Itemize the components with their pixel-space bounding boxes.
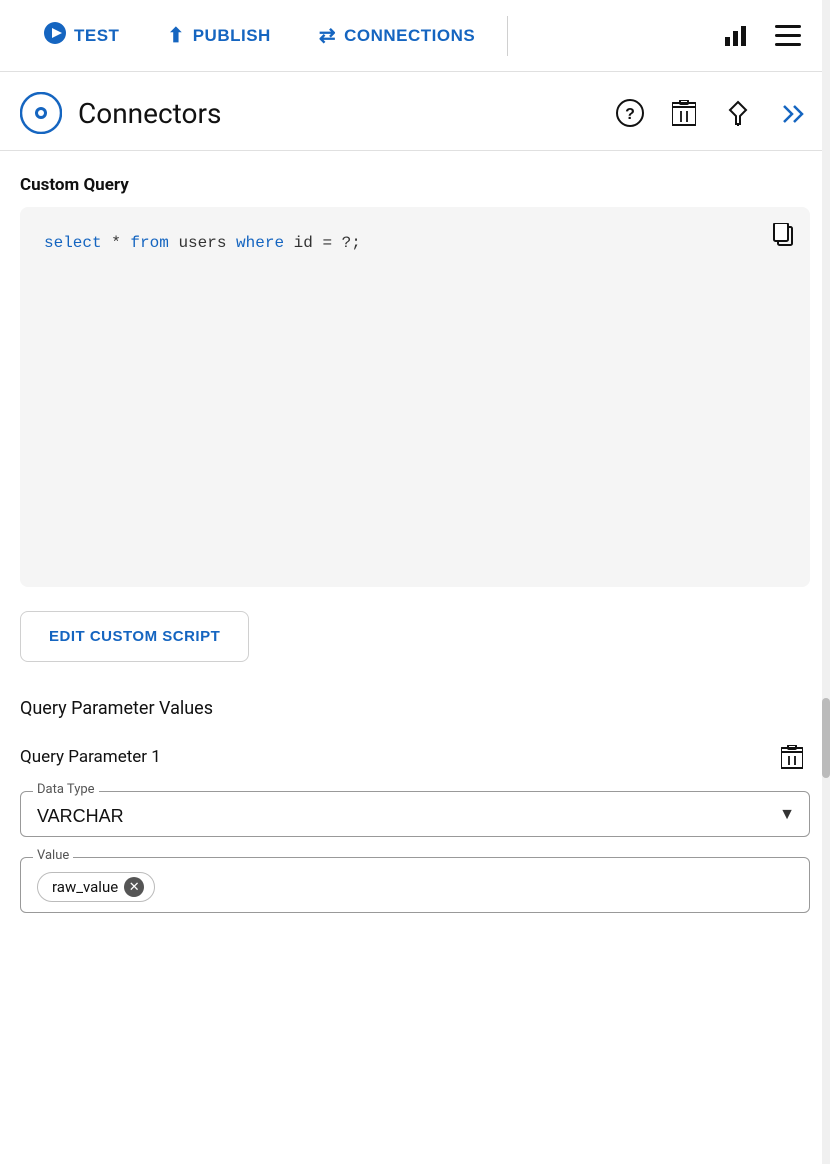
header-actions: ? [612,95,810,131]
menu-icon-button[interactable] [766,14,810,58]
code-block: select * from users where id = ?; [20,207,810,587]
pin-button[interactable] [720,95,756,131]
svg-text:?: ? [625,106,635,123]
data-type-select[interactable]: VARCHAR INTEGER BOOLEAN DATE FLOAT [37,806,793,826]
query-param-name: Query Parameter 1 [20,747,161,767]
test-label: TEST [74,26,119,46]
test-button[interactable]: TEST [20,0,143,71]
publish-icon: ⬆ [167,23,184,48]
value-tag: raw_value ✕ [37,872,155,902]
keyword-from: from [130,234,168,252]
top-navigation: TEST ⬆ PUBLISH ⇄ CONNECTIONS [0,0,830,72]
nav-right-actions [714,14,810,58]
publish-label: PUBLISH [193,26,271,46]
collapse-button[interactable] [774,95,810,131]
query-param-values-label: Query Parameter Values [20,698,810,719]
value-tag-remove-button[interactable]: ✕ [124,877,144,897]
page-header: Connectors ? [0,72,830,151]
play-icon [44,22,66,49]
connections-icon: ⇄ [319,23,336,48]
keyword-where: where [236,234,284,252]
nav-divider [507,16,508,56]
data-type-label: Data Type [33,782,99,797]
publish-button[interactable]: ⬆ PUBLISH [143,0,294,71]
query-param-delete-button[interactable] [774,739,810,775]
code-content: select * from users where id = ?; [44,231,790,257]
custom-query-label: Custom Query [20,175,810,195]
keyword-select: select [44,234,102,252]
copy-code-button[interactable] [772,223,794,253]
value-label: Value [33,848,73,863]
connections-label: CONNECTIONS [344,26,475,46]
query-param-row: Query Parameter 1 [20,739,810,775]
value-tag-text: raw_value [52,878,118,896]
connector-icon [20,92,62,134]
edit-custom-script-button[interactable]: EDIT CUSTOM SCRIPT [20,611,249,662]
scrollbar[interactable] [822,0,830,1164]
value-field: Value raw_value ✕ [20,857,810,913]
connections-button[interactable]: ⇄ CONNECTIONS [295,0,499,71]
chart-icon-button[interactable] [714,14,758,58]
help-button[interactable]: ? [612,95,648,131]
delete-button[interactable] [666,95,702,131]
page-title: Connectors [78,97,612,130]
data-type-field: Data Type VARCHAR INTEGER BOOLEAN DATE F… [20,791,810,837]
main-content: Custom Query select * from users where i… [0,151,830,937]
scrollbar-thumb[interactable] [822,698,830,778]
